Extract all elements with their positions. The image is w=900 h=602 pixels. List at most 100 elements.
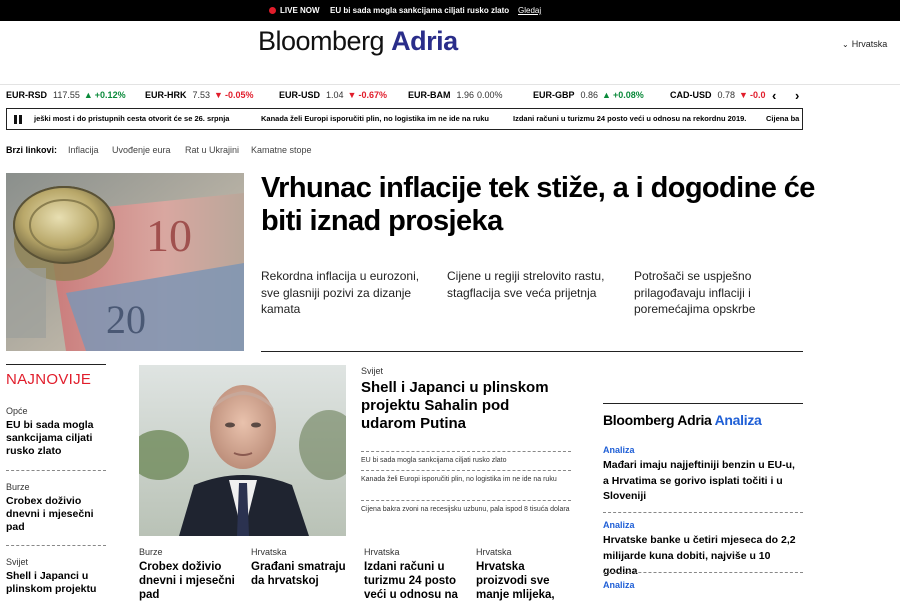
crawler-item[interactable]: Cijena ba	[766, 114, 799, 123]
ticker-symbol: EUR-USD	[279, 90, 321, 100]
related-divider	[361, 470, 571, 471]
ticker-change: -0.0	[749, 90, 766, 100]
list-item-title[interactable]: Shell i Japanci u plinskom projektu	[6, 570, 106, 596]
story-category: Svijet	[361, 366, 384, 376]
chevron-down-icon: ⌄	[842, 40, 849, 49]
related-link[interactable]: Kanada želi Europi isporučiti plin, no l…	[361, 475, 571, 485]
najnovije-title: NAJNOVIJE	[6, 371, 92, 388]
story-card[interactable]: Hrvatska Hrvatska proizvodi sve manje ml…	[476, 547, 576, 602]
logo-bloomberg: Bloomberg	[258, 26, 385, 56]
market-ticker: EUR-RSD 117.55 ▲ +0.12% EUR-HRK 7.53 ▼ -0.05% …	[6, 90, 766, 104]
list-item-title[interactable]: Crobex doživio dnevni i mjesečni pad	[6, 495, 106, 534]
story-headline[interactable]: Shell i Japanci u plinskom projektu Saha…	[361, 379, 561, 433]
hero-sub-link[interactable]: Cijene u regiji strelovito rastu, stagfl…	[447, 268, 619, 301]
analiza-item-category: Analiza	[603, 580, 635, 590]
hero-image-euro-coins[interactable]: 10 20	[6, 173, 244, 351]
list-item[interactable]: Opće EU bi sada mogla sankcijama ciljati…	[6, 406, 106, 458]
ticker-prev-button[interactable]: ‹	[772, 88, 776, 103]
ticker-symbol: EUR-HRK	[145, 90, 187, 100]
ticker-value: 7.53	[192, 90, 211, 100]
story-card-category: Burze	[139, 547, 163, 557]
related-link[interactable]: Cijena bakra zvoni na recesijsku uzbunu,…	[361, 505, 571, 515]
svg-text:10: 10	[146, 210, 192, 261]
ticker-change: +0.12%	[94, 90, 126, 100]
list-item[interactable]: Burze Crobex doživio dnevni i mjesečni p…	[6, 482, 106, 534]
ticker-item[interactable]: CAD-USD 0.78 ▼ -0.0	[670, 90, 765, 100]
ticker-next-button[interactable]: ›	[795, 88, 799, 103]
svg-text:20: 20	[106, 297, 146, 342]
crawler-item[interactable]: Kanada želi Europi isporučiti plin, no l…	[261, 114, 489, 123]
site-logo[interactable]: Bloomberg Adria	[258, 26, 458, 57]
list-item-title[interactable]: EU bi sada mogla sankcijama ciljati rusk…	[6, 419, 106, 458]
story-card[interactable]: Burze Crobex doživio dnevni i mjesečni p…	[139, 547, 239, 602]
hero-divider	[261, 351, 803, 352]
story-card[interactable]: Hrvatska Izdani računi u turizmu 24 post…	[364, 547, 464, 602]
quick-link-inflacija[interactable]: Inflacija	[68, 145, 99, 155]
story-card-title[interactable]: Izdani računi u turizmu 24 posto veći u …	[364, 560, 464, 602]
hero-sub-link[interactable]: Potrošači se uspješno prilagođavaju infl…	[634, 268, 806, 318]
ticker-value: 0.78	[717, 90, 736, 100]
story-card-category: Hrvatska	[251, 547, 287, 557]
analiza-item[interactable]: Analiza Hrvatske banke u četiri mjeseca …	[603, 520, 803, 580]
list-item-category: Opće	[6, 406, 28, 416]
quick-links: Brzi linkovi: Inflacija Uvođenje eura Ra…	[6, 145, 312, 155]
hero-headline[interactable]: Vrhunac inflacije tek stiže, a i dogodin…	[261, 172, 821, 238]
live-label: LIVE NOW	[280, 6, 320, 15]
ticker-item[interactable]: EUR-GBP 0.86 ▲ +0.08%	[533, 90, 644, 100]
list-item-category: Burze	[6, 482, 30, 492]
quick-link-uvodenje-eura[interactable]: Uvođenje eura	[112, 145, 171, 155]
ticker-symbol: EUR-BAM	[408, 90, 451, 100]
ticker-value: 117.55	[53, 90, 80, 100]
ticker-change: -0.67%	[358, 90, 387, 100]
analiza-divider	[603, 572, 803, 573]
related-divider	[361, 500, 571, 501]
live-headline[interactable]: EU bi sada mogla sankcijama ciljati rusk…	[330, 6, 509, 15]
story-image-portrait[interactable]	[139, 365, 346, 536]
list-divider	[6, 545, 106, 546]
story-card-title[interactable]: Crobex doživio dnevni i mjesečni pad	[139, 560, 239, 602]
ticker-change: 0.00%	[477, 90, 503, 100]
ticker-change: -0.05%	[224, 90, 254, 100]
analiza-divider	[603, 512, 803, 513]
crawler-item[interactable]: ješki most i do pristupnih cesta otvorit…	[34, 114, 229, 123]
pause-icon[interactable]	[11, 113, 25, 125]
live-dot-icon	[269, 7, 276, 14]
logo-adria: Adria	[391, 26, 458, 56]
arrow-down-icon: ▼	[214, 90, 223, 100]
crawler-item[interactable]: Izdani računi u turizmu 24 posto veći u …	[513, 114, 746, 123]
ticker-item[interactable]: EUR-HRK 7.53 ▼ -0.05%	[145, 90, 253, 100]
related-link[interactable]: EU bi sada mogla sankcijama ciljati rusk…	[361, 456, 571, 466]
story-card-title[interactable]: Građani smatraju da hrvatskoj	[251, 560, 351, 588]
watch-link[interactable]: Gledaj	[518, 6, 541, 15]
story-card-title[interactable]: Hrvatska proizvodi sve manje mlijeka,	[476, 560, 576, 602]
quick-link-kamatne-stope[interactable]: Kamatne stope	[251, 145, 312, 155]
hero-sub-link[interactable]: Rekordna inflacija u eurozoni, sve glasn…	[261, 268, 433, 318]
ticker-item[interactable]: EUR-BAM 1.96 0.00%	[408, 90, 503, 100]
news-crawler: ješki most i do pristupnih cesta otvorit…	[6, 108, 803, 130]
list-item[interactable]: Svijet Shell i Japanci u plinskom projek…	[6, 557, 106, 596]
ticker-item[interactable]: EUR-RSD 117.55 ▲ +0.12%	[6, 90, 126, 100]
region-selector[interactable]: ⌄ Hrvatska	[842, 39, 887, 49]
quick-link-rat-u-ukrajini[interactable]: Rat u Ukrajini	[185, 145, 239, 155]
analiza-heading-label: Analiza	[714, 412, 762, 428]
ticker-value: 1.04	[326, 90, 344, 100]
list-divider	[6, 470, 106, 471]
story-card[interactable]: Hrvatska Građani smatraju da hrvatskoj	[251, 547, 351, 588]
analiza-heading[interactable]: Bloomberg Adria Analiza	[603, 412, 762, 428]
ticker-item[interactable]: EUR-USD 1.04 ▼ -0.67%	[279, 90, 387, 100]
analiza-item[interactable]: Analiza Mađari imaju najjeftiniji benzin…	[603, 445, 803, 505]
header-divider	[0, 84, 900, 85]
quick-links-label: Brzi linkovi:	[6, 145, 58, 155]
najnovije-rule	[6, 364, 106, 365]
arrow-up-icon: ▲	[602, 90, 611, 100]
analiza-item-title[interactable]: Mađari imaju najjeftiniji benzin u EU-u,…	[603, 458, 803, 505]
analiza-item[interactable]: Analiza	[603, 580, 803, 590]
analiza-heading-brand: Bloomberg Adria	[603, 412, 712, 428]
story-card-category: Hrvatska	[364, 547, 400, 557]
ticker-symbol: EUR-RSD	[6, 90, 48, 100]
arrow-down-icon: ▼	[347, 90, 357, 100]
region-label: Hrvatska	[851, 39, 888, 49]
story-card-category: Hrvatska	[476, 547, 512, 557]
ticker-symbol: CAD-USD	[670, 90, 712, 100]
ticker-value: 1.96	[456, 90, 475, 100]
